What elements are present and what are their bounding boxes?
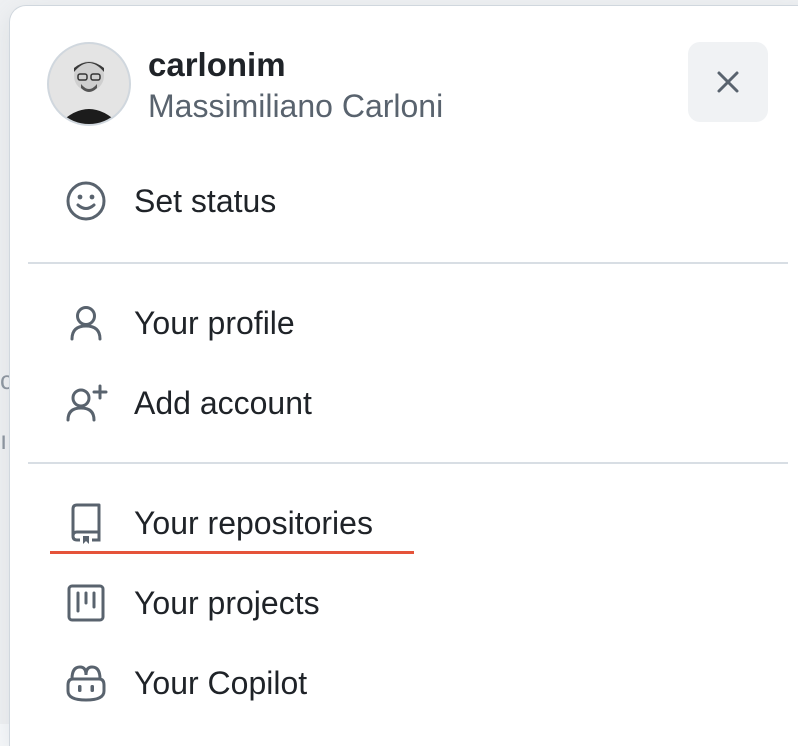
repo-icon [64, 501, 108, 545]
user-menu-header: carlonim Massimiliano Carloni [10, 6, 798, 146]
menu-item-label: Add account [134, 384, 312, 421]
menu-item-your-copilot[interactable]: Your Copilot [48, 651, 768, 715]
person-icon [64, 301, 108, 345]
menu-item-label: Your repositories [134, 504, 373, 541]
menu-item-set-status[interactable]: Set status [48, 169, 768, 233]
menu-item-label: Your projects [134, 584, 320, 621]
user-menu-panel: carlonim Massimiliano Carloni Set status [10, 6, 798, 746]
menu-item-label: Set status [134, 182, 277, 219]
menu-item-add-account[interactable]: Add account [48, 371, 768, 435]
copilot-icon [64, 661, 108, 705]
avatar-photo [49, 44, 129, 124]
close-button[interactable] [688, 42, 768, 122]
menu-divider [28, 462, 788, 464]
backdrop-text-fragment: ı [0, 425, 8, 455]
project-icon [64, 581, 108, 625]
close-icon [717, 71, 739, 93]
menu-item-your-profile[interactable]: Your profile [48, 291, 768, 355]
menu-item-label: Your profile [134, 304, 295, 341]
menu-item-label: Your Copilot [134, 664, 308, 701]
menu-item-your-repositories[interactable]: Your repositories [48, 491, 768, 555]
full-name: Massimiliano Carloni [148, 88, 444, 124]
avatar[interactable] [47, 42, 131, 126]
annotation-underline [50, 551, 414, 554]
smiley-icon [64, 179, 108, 223]
menu-divider [28, 262, 788, 264]
username: carlonim [148, 46, 286, 83]
menu-item-your-projects[interactable]: Your projects [48, 571, 768, 635]
person-add-icon [64, 381, 108, 425]
